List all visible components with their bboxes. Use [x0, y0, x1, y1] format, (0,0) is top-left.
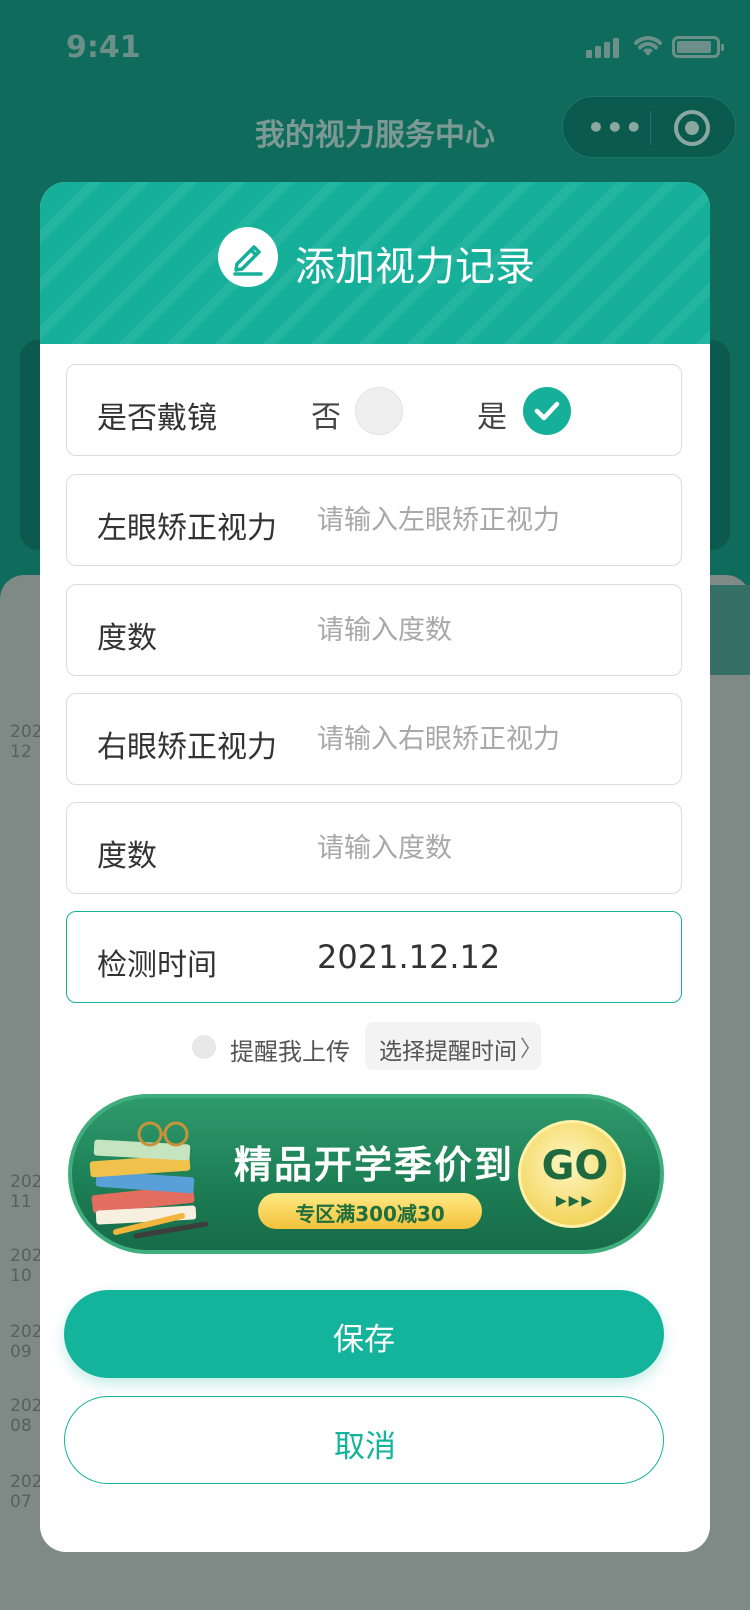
capsule-divider [650, 111, 651, 145]
promo-banner[interactable]: 精品开学季价到 专区满300减30 GO ▶▶▶ [68, 1094, 664, 1254]
glasses-label: 是否戴镜 [97, 401, 217, 436]
right-vision-field: 右眼矫正视力 [66, 693, 682, 785]
go-label: GO [541, 1143, 609, 1189]
option-yes-label[interactable]: 是 [477, 392, 507, 436]
left-vision-label: 左眼矫正视力 [97, 511, 277, 546]
go-arrows-icon: ▶▶▶ [555, 1193, 595, 1209]
more-icon[interactable]: ••• [587, 111, 644, 144]
background-date-label: 202 10 [10, 1246, 43, 1286]
chevron-right-icon: 〉 [520, 1037, 543, 1062]
glasses-field: 是否戴镜 否 是 [66, 364, 682, 456]
mini-program-capsule[interactable]: ••• [562, 96, 736, 158]
choose-remind-time-button[interactable]: 选择提醒时间 〉 [365, 1022, 543, 1070]
status-time: 9:41 [66, 30, 141, 65]
status-bar: 9:41 [0, 0, 750, 96]
battery-icon [672, 36, 724, 58]
save-label: 保存 [333, 1322, 395, 1357]
check-time-value[interactable]: 2021.12.12 [317, 938, 500, 976]
banner-title: 精品开学季价到 [234, 1143, 515, 1187]
signal-icon [586, 36, 622, 58]
right-degree-field: 度数 [66, 802, 682, 894]
modal-header: 添加视力记录 [40, 182, 710, 344]
left-degree-label: 度数 [97, 621, 157, 656]
background-date-label: 202 12 [10, 722, 43, 762]
right-vision-input[interactable] [317, 716, 657, 762]
background-date-label: 202 08 [10, 1396, 43, 1436]
cancel-label: 取消 [334, 1429, 396, 1464]
background-date-label: 202 11 [10, 1172, 43, 1212]
banner-subtitle-pill: 专区满300减30 [258, 1193, 482, 1229]
radio-no[interactable] [355, 387, 403, 435]
background-date-label: 202 07 [10, 1472, 43, 1512]
left-degree-field: 度数 [66, 584, 682, 676]
close-target-icon[interactable] [674, 110, 710, 146]
pencil-icon [218, 227, 278, 287]
books-icon [89, 1121, 209, 1239]
check-time-label: 检测时间 [97, 948, 217, 983]
add-vision-record-modal: 添加视力记录 是否戴镜 否 是 左眼矫正视力 度数 右眼矫正视力 度数 检测时间… [40, 182, 710, 1552]
option-no-label[interactable]: 否 [311, 392, 341, 436]
check-icon [534, 401, 560, 421]
right-vision-label: 右眼矫正视力 [97, 730, 277, 765]
remind-label[interactable]: 提醒我上传 [230, 1032, 350, 1067]
banner-subtitle: 专区满300减30 [295, 1202, 445, 1226]
left-vision-field: 左眼矫正视力 [66, 474, 682, 566]
background-date-label: 202 09 [10, 1322, 43, 1362]
remind-checkbox[interactable] [192, 1035, 216, 1059]
save-button[interactable]: 保存 [64, 1290, 664, 1378]
left-degree-input[interactable] [317, 607, 657, 653]
left-vision-input[interactable] [317, 497, 657, 543]
radio-yes[interactable] [523, 387, 571, 435]
check-time-field[interactable]: 检测时间 2021.12.12 [66, 911, 682, 1003]
cancel-button[interactable]: 取消 [64, 1396, 664, 1484]
choose-remind-time-label: 选择提醒时间 [379, 1039, 517, 1065]
right-degree-input[interactable] [317, 825, 657, 871]
wifi-icon [634, 36, 662, 56]
go-button[interactable]: GO ▶▶▶ [518, 1120, 626, 1228]
remind-row: 提醒我上传 选择提醒时间 〉 [40, 1022, 710, 1072]
right-degree-label: 度数 [97, 839, 157, 874]
modal-title: 添加视力记录 [295, 244, 535, 290]
